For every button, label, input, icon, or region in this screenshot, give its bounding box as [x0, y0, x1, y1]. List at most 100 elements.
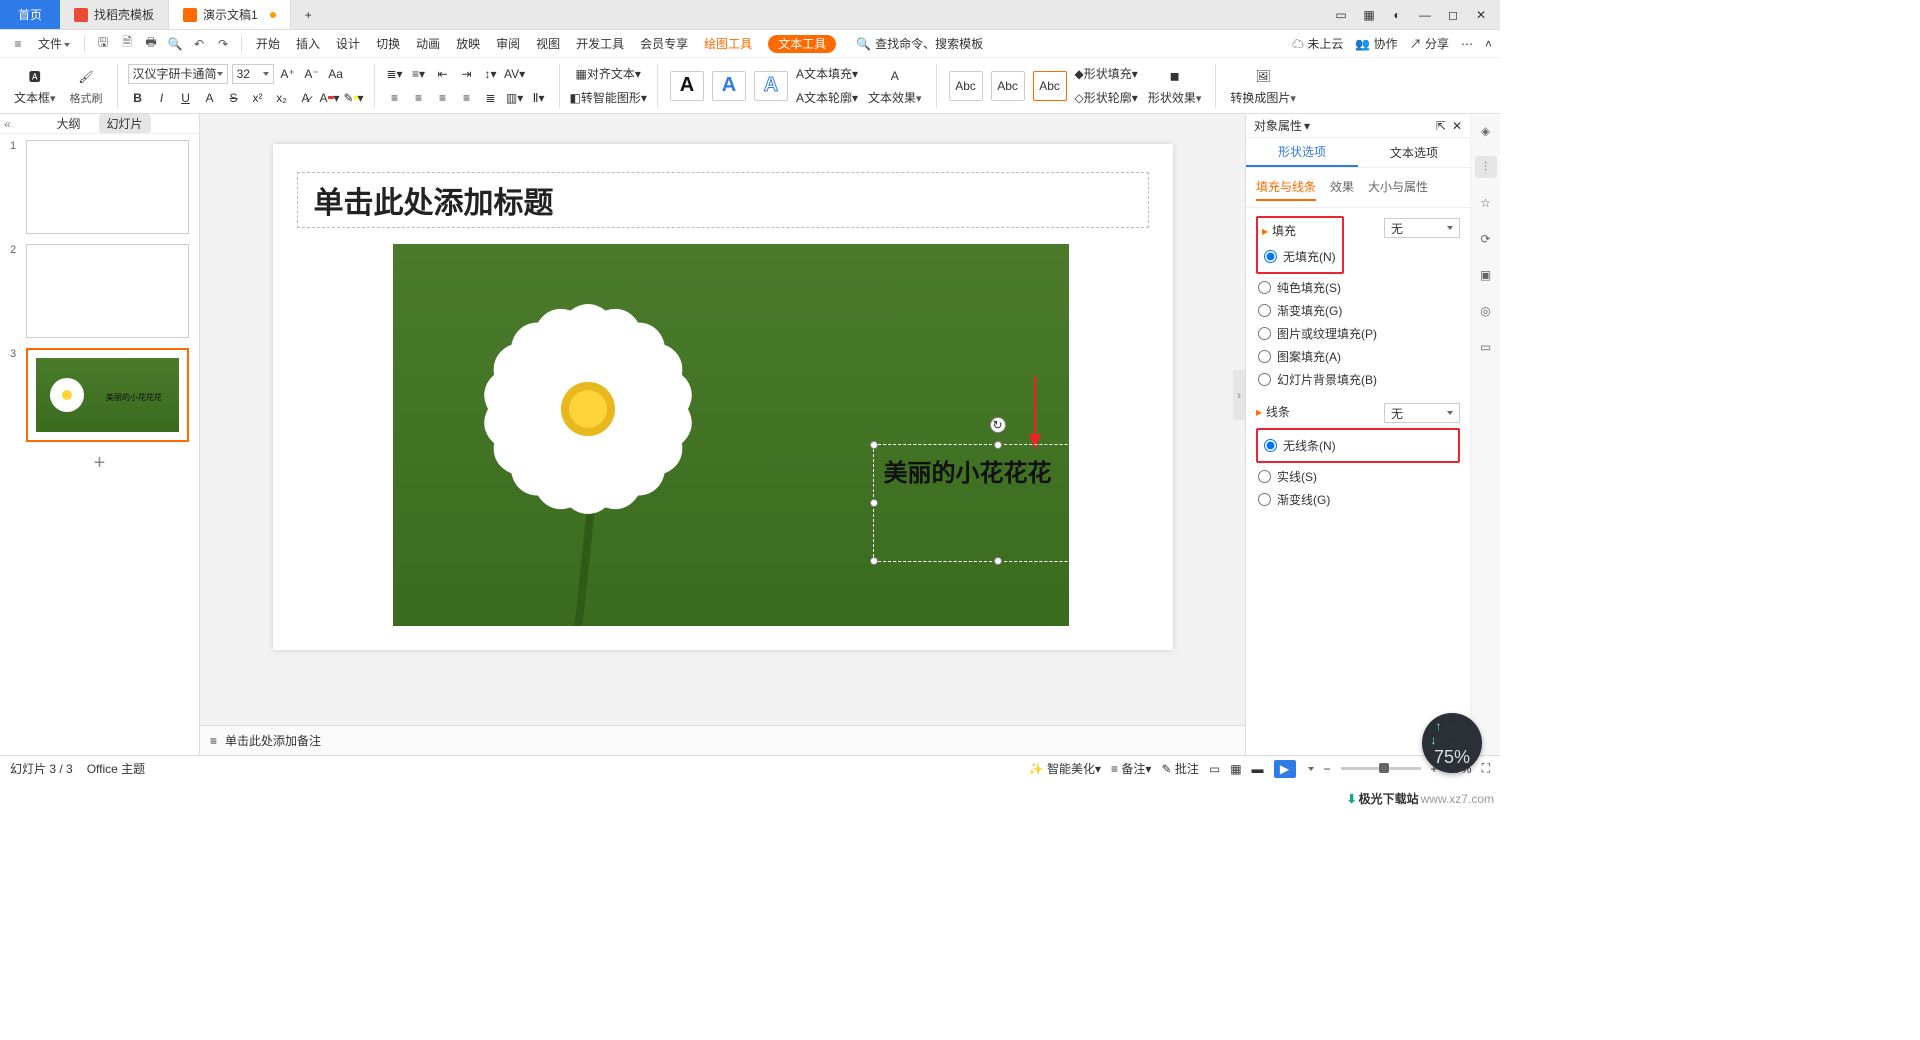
italic-icon[interactable]: I: [152, 88, 172, 108]
shape-outline-button[interactable]: ◇ 形状轮廓▾: [1075, 88, 1138, 108]
opt-solid-fill[interactable]: 纯色填充(S): [1256, 276, 1460, 299]
menu-file[interactable]: 文件: [32, 35, 76, 52]
wordart-style-2[interactable]: A: [712, 71, 746, 101]
align-right-icon[interactable]: ≡: [433, 88, 453, 108]
user-icon[interactable]: ◐: [1388, 8, 1406, 22]
distribute-icon[interactable]: ≣: [481, 88, 501, 108]
columns-icon[interactable]: ▥▾: [505, 88, 525, 108]
menu-view[interactable]: 视图: [530, 35, 566, 52]
collapse-right-icon[interactable]: ›: [1233, 370, 1245, 420]
textbox-content[interactable]: 美丽的小花花花: [874, 445, 1069, 496]
radio-solid-line[interactable]: [1258, 470, 1271, 483]
coop-button[interactable]: 👥 协作: [1355, 35, 1397, 52]
notes-button[interactable]: ≡ 备注▾: [1111, 760, 1151, 777]
side-picture-icon[interactable]: ▣: [1475, 264, 1497, 286]
menu-draw-tool[interactable]: 绘图工具: [698, 35, 758, 52]
section-header-fill[interactable]: ▸填充: [1262, 222, 1338, 239]
menu-insert[interactable]: 插入: [290, 35, 326, 52]
thumb-list[interactable]: 1 2 3 美丽的小花花花 +: [0, 134, 199, 755]
numbering-icon[interactable]: ≡▾: [409, 64, 429, 84]
grow-font-icon[interactable]: A⁺: [278, 64, 298, 84]
radio-grad-line[interactable]: [1258, 493, 1271, 506]
fit-icon[interactable]: ⛶: [1482, 761, 1490, 776]
resize-handle[interactable]: [994, 557, 1002, 565]
radio-bg[interactable]: [1258, 373, 1271, 386]
text-direction-icon[interactable]: Ⅱ▾: [529, 88, 549, 108]
command-search[interactable]: 🔍 查找命令、搜索模板: [856, 35, 983, 52]
change-case-icon[interactable]: Aa: [326, 64, 346, 84]
view-sorter-icon[interactable]: ▦: [1230, 762, 1241, 776]
slide-image[interactable]: ↻ 美丽的小花花花 — ≋ ✎: [393, 244, 1069, 626]
preview-icon[interactable]: 🔍: [165, 34, 185, 54]
highlight-icon[interactable]: ✎▾: [344, 88, 364, 108]
subtab-effect[interactable]: 效果: [1330, 174, 1354, 201]
menu-animation[interactable]: 动画: [410, 35, 446, 52]
smart-shape-button[interactable]: ◧ 转智能图形▾: [570, 88, 647, 108]
group-format-painter[interactable]: 🖌格式刷: [66, 66, 107, 106]
collapse-left-icon[interactable]: «: [4, 117, 20, 131]
opt-solid-line[interactable]: 实线(S): [1256, 465, 1460, 488]
radio-grad[interactable]: [1258, 304, 1271, 317]
panel-close-icon[interactable]: ✕: [1452, 119, 1462, 133]
radio-no-line[interactable]: [1264, 439, 1277, 452]
thumb-3[interactable]: 3 美丽的小花花花: [10, 348, 189, 442]
menu-review[interactable]: 审阅: [490, 35, 526, 52]
shape-style-2[interactable]: Abc: [991, 71, 1025, 101]
side-transition-icon[interactable]: ⟳: [1475, 228, 1497, 250]
cloud-status[interactable]: ☁ 未上云: [1292, 35, 1343, 52]
side-location-icon[interactable]: ◎: [1475, 300, 1497, 322]
thumb-2[interactable]: 2: [10, 244, 189, 338]
minimize-icon[interactable]: —: [1416, 8, 1434, 22]
subscript-icon[interactable]: x₂: [272, 88, 292, 108]
print-icon[interactable]: 🖶: [141, 34, 161, 54]
tab-shape-options[interactable]: 形状选项: [1246, 138, 1358, 167]
resize-handle[interactable]: [870, 557, 878, 565]
resize-handle[interactable]: [870, 441, 878, 449]
strike-icon[interactable]: S: [224, 88, 244, 108]
chevron-up-icon[interactable]: ˄: [1485, 37, 1492, 51]
maximize-icon[interactable]: ◻: [1444, 8, 1462, 22]
add-slide-button[interactable]: +: [10, 452, 189, 475]
bold-icon[interactable]: B: [128, 88, 148, 108]
subtab-size[interactable]: 大小与属性: [1368, 174, 1428, 201]
side-book-icon[interactable]: ▭: [1475, 336, 1497, 358]
font-size-select[interactable]: 32: [232, 64, 274, 84]
side-diamond-icon[interactable]: ◈: [1475, 120, 1497, 142]
tab-outline[interactable]: 大纲: [48, 114, 88, 133]
font-color-icon[interactable]: A▾: [320, 88, 340, 108]
more-icon[interactable]: ⋯: [1461, 37, 1473, 51]
shape-effect-group[interactable]: ◼形状效果▾: [1144, 65, 1206, 106]
menu-design[interactable]: 设计: [330, 35, 366, 52]
tab-home[interactable]: 首页: [0, 0, 60, 29]
tab-templates[interactable]: 找稻壳模板: [60, 0, 169, 29]
wordart-style-3[interactable]: A: [754, 71, 788, 101]
radio-pattern[interactable]: [1258, 350, 1271, 363]
tab-document[interactable]: 演示文稿1: [169, 0, 291, 29]
tab-text-options[interactable]: 文本选项: [1358, 138, 1470, 167]
grid-icon[interactable]: ▦: [1360, 8, 1378, 22]
resize-handle[interactable]: [870, 499, 878, 507]
opt-bg-fill[interactable]: 幻灯片背景填充(B): [1256, 368, 1460, 391]
shape-style-3[interactable]: Abc: [1033, 71, 1067, 101]
align-center-icon[interactable]: ≡: [409, 88, 429, 108]
radio-pic[interactable]: [1258, 327, 1271, 340]
share-button[interactable]: ↗ 分享: [1410, 35, 1449, 52]
clear-format-icon[interactable]: A̷: [296, 88, 316, 108]
tab-slides[interactable]: 幻灯片: [99, 114, 151, 133]
opt-gradient-line[interactable]: 渐变线(G): [1256, 488, 1460, 511]
align-justify-icon[interactable]: ≡: [457, 88, 477, 108]
wordart-style-1[interactable]: A: [670, 71, 704, 101]
thumb-1[interactable]: 1: [10, 140, 189, 234]
indent-right-icon[interactable]: ⇥: [457, 64, 477, 84]
pin-icon[interactable]: ⇱: [1436, 119, 1446, 133]
comments-button[interactable]: ✎ 批注: [1161, 760, 1198, 777]
opt-gradient-fill[interactable]: 渐变填充(G): [1256, 299, 1460, 322]
hamburger-icon[interactable]: ≡: [8, 34, 28, 54]
text-outline-button[interactable]: A 文本轮廓▾: [796, 88, 858, 108]
title-placeholder[interactable]: 单击此处添加标题: [297, 172, 1149, 228]
zoom-thumb[interactable]: [1379, 763, 1389, 773]
opt-pattern-fill[interactable]: 图案填充(A): [1256, 345, 1460, 368]
opt-no-line[interactable]: 无线条(N): [1262, 434, 1454, 457]
menu-slideshow[interactable]: 放映: [450, 35, 486, 52]
opt-picture-fill[interactable]: 图片或纹理填充(P): [1256, 322, 1460, 345]
